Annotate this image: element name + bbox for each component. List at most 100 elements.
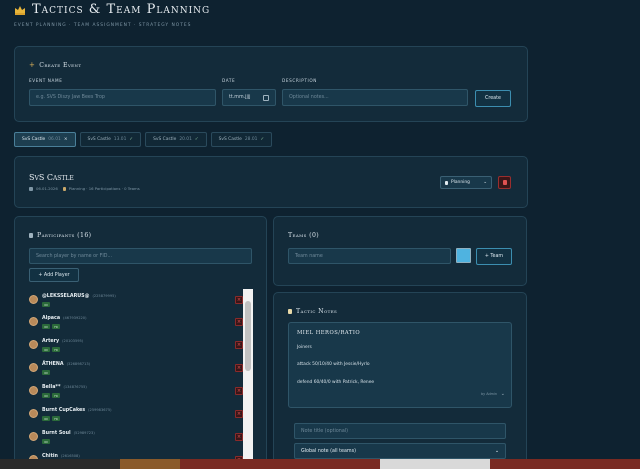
participant-name-text: Alpaca <box>42 316 61 321</box>
note-title: MIEL HEROS/RATIO <box>297 330 361 336</box>
note-author: by Admin <box>480 392 497 396</box>
status-badge: 60 <box>42 347 50 352</box>
player-search-input[interactable]: Search player by name or FID... <box>29 248 252 264</box>
participant-list-scrollbar[interactable] <box>243 289 253 469</box>
event-tab-date: 13.01 <box>113 137 127 142</box>
participant-id: (225879995) <box>92 294 116 298</box>
avatar <box>29 386 38 395</box>
participants-title: Participants (16) <box>29 232 91 239</box>
participant-row[interactable]: Bella** (134876755) 60 FR × <box>29 385 243 407</box>
remove-participant-button[interactable]: × <box>235 410 243 418</box>
calendar-icon[interactable] <box>263 94 269 101</box>
status-badge: FR <box>52 393 60 398</box>
scrollbar-thumb[interactable] <box>245 301 251 371</box>
participant-id: (326898713) <box>66 362 91 366</box>
remove-participant-button[interactable]: × <box>235 341 243 349</box>
note-line: attack 50/10/40 with Jessie/Hyrlo <box>297 362 370 367</box>
event-date: 06.01.2026 <box>36 186 58 191</box>
page-header: Tactics & Team Planning EVENT PLANNING ·… <box>14 2 210 28</box>
participant-row[interactable]: Alpaca (467939220) 60 FR × <box>29 316 243 338</box>
event-tabs: SvS Castle 06.01 × SvS Castle 13.01 ✓ Sv… <box>14 132 273 147</box>
participant-name: Alpaca (467939220) <box>42 316 87 321</box>
participant-name: Burnt Soul (52989723) <box>42 431 95 436</box>
remove-participant-button[interactable]: × <box>235 364 243 372</box>
check-icon: ✓ <box>194 137 199 142</box>
description-input[interactable]: Optional notes... <box>282 89 468 106</box>
calendar-icon <box>29 186 33 191</box>
status-badge: 60 <box>42 439 50 444</box>
delete-event-button[interactable] <box>498 176 511 189</box>
participant-row[interactable]: Burnt CupCakes (259983675) 60 FR × <box>29 408 243 430</box>
clipboard-icon <box>62 186 66 191</box>
status-badge: 60 <box>42 393 50 398</box>
team-color-picker[interactable] <box>456 248 471 263</box>
create-event-title-text: Create Event <box>39 61 82 69</box>
event-tab[interactable]: SvS Castle 28.01 ✓ <box>210 132 273 147</box>
participant-badges: 60 FR <box>42 416 60 421</box>
event-detail-card: SvS Castle 06.01.2026 Planning · 16 Part… <box>14 156 528 208</box>
participant-badges: 60 <box>42 439 50 444</box>
participant-badges: 60 FR <box>42 347 60 352</box>
event-tab-name: SvS Castle <box>153 137 177 142</box>
close-icon[interactable]: × <box>64 137 68 142</box>
teams-title-text: Teams (0) <box>288 232 320 239</box>
note-line: Joiners <box>297 345 312 350</box>
event-tab[interactable]: SvS Castle 13.01 ✓ <box>79 132 142 147</box>
participant-row[interactable]: Burnt Soul (52989723) 60 × <box>29 431 243 453</box>
participant-id: (259983675) <box>88 408 112 412</box>
check-icon: ✓ <box>129 137 134 142</box>
date-input[interactable]: tt.mm.jjjj <box>222 89 276 106</box>
create-event-title: + Create Event <box>29 61 81 69</box>
status-badge: 60 <box>42 416 50 421</box>
plus-icon: + <box>29 61 36 69</box>
status-badge: FR <box>52 416 60 421</box>
create-event-card: + Create Event EVENT NAME DATE DESCRIPTI… <box>14 46 528 122</box>
event-tab-date: 28.01 <box>244 137 258 142</box>
status-badge: FR <box>52 347 60 352</box>
participants-title-text: Participants (16) <box>37 232 92 239</box>
note-scope-select[interactable]: Global note (all teams) ⌄ <box>294 443 506 459</box>
taskbar-strip <box>0 459 640 469</box>
tactic-notes-title: Tactic Notes <box>288 308 337 315</box>
event-tab-name: SvS Castle <box>218 137 242 142</box>
add-player-button[interactable]: + Add Player <box>29 268 79 282</box>
participant-row[interactable]: ÄTHENA (326898713) 60 × <box>29 362 243 384</box>
crown-icon <box>15 5 25 15</box>
remove-participant-button[interactable]: × <box>235 296 243 304</box>
remove-participant-button[interactable]: × <box>235 433 243 441</box>
event-tab[interactable]: SvS Castle 20.01 ✓ <box>145 132 207 147</box>
status-badge: 60 <box>42 370 50 375</box>
teams-title: Teams (0) <box>288 232 319 239</box>
avatar <box>29 363 38 372</box>
event-tab[interactable]: SvS Castle 06.01 × <box>14 132 76 147</box>
remove-participant-button[interactable]: × <box>235 318 243 326</box>
participant-row[interactable]: Artery (20103595) 60 FR × <box>29 339 243 361</box>
note-title-input[interactable]: Note title (optional) <box>294 423 506 439</box>
avatar <box>29 409 38 418</box>
team-name-input[interactable]: Team name <box>288 248 451 264</box>
participant-name-text: Bella** <box>42 385 61 390</box>
chevron-down-icon: ⌄ <box>494 448 499 454</box>
participant-badges: 60 FR <box>42 393 60 398</box>
remove-participant-button[interactable]: × <box>235 387 243 395</box>
avatar <box>29 340 38 349</box>
status-badge: 60 <box>42 302 50 307</box>
participant-name: Bella** (134876755) <box>42 385 87 390</box>
chevron-down-icon[interactable]: ⌄ <box>501 391 505 397</box>
trash-icon <box>502 180 507 185</box>
participant-name-text: ÄTHENA <box>42 362 64 367</box>
users-icon <box>29 233 33 238</box>
avatar <box>29 317 38 326</box>
create-button[interactable]: Create <box>475 90 511 107</box>
participant-badges: 60 FR <box>42 324 60 329</box>
add-team-button[interactable]: + Team <box>476 248 512 265</box>
event-meta: 06.01.2026 Planning · 16 Participations … <box>29 186 140 191</box>
participant-row[interactable]: @LEKSSELARUS@ (225879995) 60 × <box>29 294 243 316</box>
date-label: DATE <box>222 78 236 83</box>
status-select[interactable]: Planning ⌄ <box>440 176 492 189</box>
event-tab-name: SvS Castle <box>87 137 111 142</box>
event-tab-date: 20.01 <box>179 137 192 142</box>
participant-id: (52989723) <box>73 431 95 435</box>
participant-id: (20103595) <box>62 339 84 343</box>
event-name-input[interactable]: e.g. SVS Diszy Jaw Bees Trop <box>29 89 216 106</box>
